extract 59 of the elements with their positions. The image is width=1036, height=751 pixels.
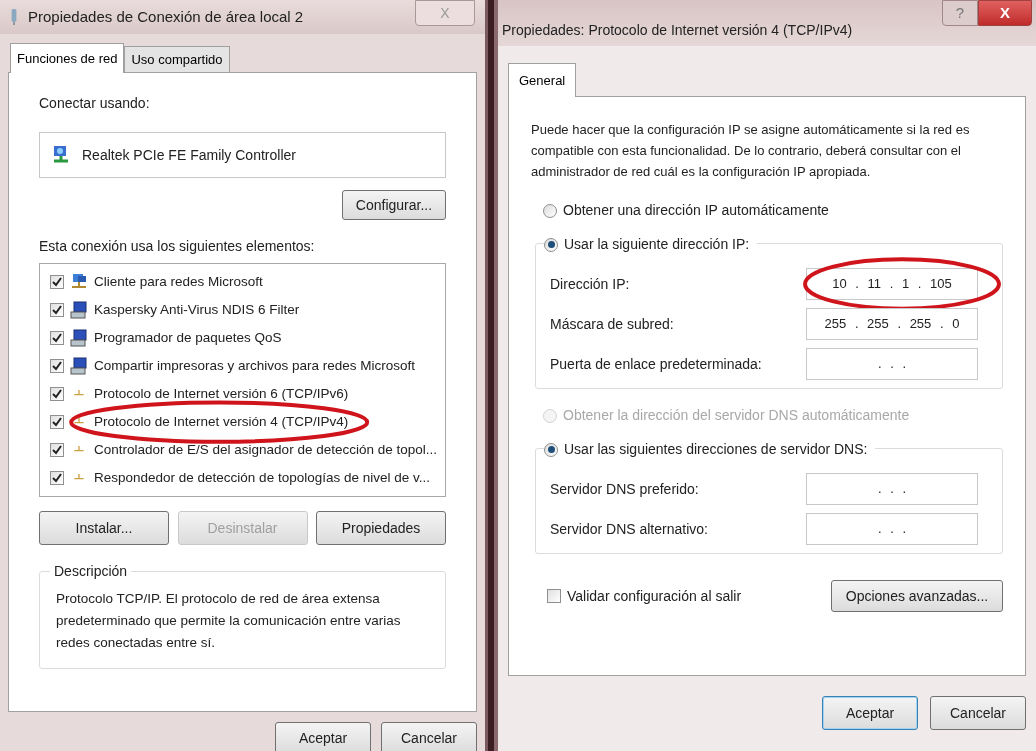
tab[interactable]: General <box>508 63 577 97</box>
ip-address-field[interactable]: 10 . 11 . 1 . 105 <box>806 268 978 300</box>
checkbox[interactable] <box>50 387 64 401</box>
checkbox[interactable] <box>50 275 64 289</box>
computer-icon <box>70 357 88 375</box>
ip-address-field[interactable]: . . . <box>806 513 978 545</box>
list-item[interactable]: Protocolo de Internet versión 6 (TCP/IPv6) <box>94 383 349 405</box>
dialog-button[interactable]: Aceptar <box>822 696 918 730</box>
list-item[interactable]: Controlador de E/S del asignador de detección de topol... <box>94 439 437 461</box>
description-text: Protocolo TCP/IP. El protocolo de red de área extensa predeterminado que permite la comunicación entre varias redes conectadas entre sí. <box>56 590 402 652</box>
computer-icon <box>70 329 88 347</box>
field-label: Servidor DNS alternativo: <box>550 519 708 539</box>
checkbox[interactable] <box>50 303 64 317</box>
dialog-button[interactable]: Opciones avanzadas... <box>831 580 1003 612</box>
radio-label: Obtener la dirección del servidor DNS automáticamente <box>563 406 910 425</box>
radio-label: Usar la siguiente dirección IP: <box>564 235 750 254</box>
computer-icon <box>70 301 88 319</box>
radio-button[interactable] <box>544 442 558 457</box>
adapter-name: Realtek PCIe FE Family Controller <box>82 145 296 165</box>
dialog-button[interactable]: Cancelar <box>381 722 477 751</box>
list-item[interactable]: Kaspersky Anti-Virus NDIS 6 Filter <box>94 299 300 321</box>
window-title: Propiedades de Conexión de área local 2 <box>28 6 304 27</box>
list-item[interactable]: Cliente para redes Microsoft <box>94 271 263 293</box>
section-label: Esta conexión usa los siguientes elementos: <box>39 237 316 256</box>
radio-label: Obtener una dirección IP automáticamente <box>563 201 829 220</box>
checkbox[interactable] <box>547 589 561 603</box>
checkbox[interactable] <box>50 471 64 485</box>
radio-label: Usar las siguientes direcciones de servidor DNS: <box>564 440 868 459</box>
dialog-button[interactable]: Aceptar <box>275 722 371 751</box>
checkbox[interactable] <box>50 443 64 457</box>
ip-address-field[interactable]: 255 . 255 . 255 . 0 <box>806 308 978 340</box>
field-label: Servidor DNS preferido: <box>550 479 699 499</box>
checkbox[interactable] <box>50 415 64 429</box>
network-adapter-icon <box>52 145 70 165</box>
dialog-button[interactable]: Propiedades <box>316 511 446 545</box>
field-label: Máscara de subred: <box>550 314 674 334</box>
dialog-button[interactable]: Configurar... <box>342 190 446 220</box>
checkbox-label: Validar configuración al salir <box>567 586 742 606</box>
radio-button[interactable] <box>544 237 558 252</box>
network-client-icon <box>70 273 88 291</box>
tab[interactable]: Funciones de red <box>10 43 125 73</box>
section-label: Conectar usando: <box>39 94 151 113</box>
list-item[interactable]: Compartir impresoras y archivos para redes Microsoft <box>94 355 416 377</box>
field-label: Dirección IP: <box>550 274 630 294</box>
checkbox[interactable] <box>50 331 64 345</box>
network-icon <box>10 8 18 26</box>
dialog-button[interactable]: Instalar... <box>39 511 169 545</box>
list-item[interactable]: Respondedor de detección de topologías de nivel de v... <box>94 467 430 489</box>
list-item[interactable]: Programador de paquetes QoS <box>94 327 282 349</box>
intro-text: Puede hacer que la configuración IP se asigne automáticamente si la red es compatible con esta funcionalidad. De lo contrario, deberá consultar con el administrador de red cuál es la configuración IP apropiada. <box>531 121 971 181</box>
checkbox[interactable] <box>50 359 64 373</box>
close-button[interactable]: X <box>978 0 1032 26</box>
ip-address-field[interactable]: . . . <box>806 473 978 505</box>
ip-address-field[interactable]: . . . <box>806 348 978 380</box>
field-label: Puerta de enlace predeterminada: <box>550 354 762 374</box>
tab[interactable]: Uso compartido <box>124 46 230 72</box>
window-title: Propiedades: Protocolo de Internet versión 4 (TCP/IPv4) <box>502 21 853 40</box>
radio-button[interactable] <box>543 203 557 218</box>
dialog-button[interactable]: Cancelar <box>930 696 1026 730</box>
